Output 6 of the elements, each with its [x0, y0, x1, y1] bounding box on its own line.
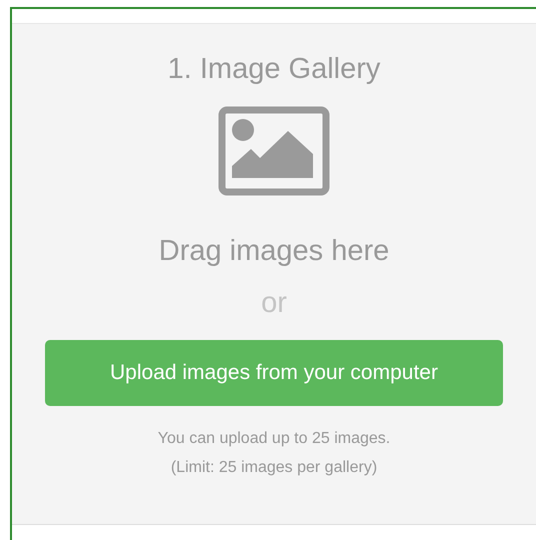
upload-note: You can upload up to 25 images. [158, 429, 390, 449]
image-icon [218, 106, 330, 196]
upload-button[interactable]: Upload images from your computer [45, 340, 503, 406]
gallery-title: 1. Image Gallery [168, 52, 380, 86]
drop-hint: Drag images here [158, 234, 390, 268]
upload-note: (Limit: 25 images per gallery) [170, 458, 378, 478]
